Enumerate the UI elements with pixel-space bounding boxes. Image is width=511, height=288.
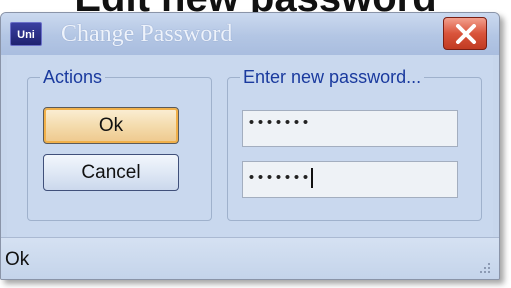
ok-button[interactable]: Ok	[43, 107, 179, 144]
confirm-password-field[interactable]: •••••••	[242, 161, 458, 198]
confirm-password-value: •••••••	[247, 170, 311, 187]
password-group: Enter new password... ••••••• •••••••	[227, 66, 482, 221]
status-text: Ok	[5, 249, 30, 270]
title-bar[interactable]: Uni Change Password	[1, 13, 499, 55]
close-button[interactable]	[443, 17, 487, 50]
window-title: Change Password	[61, 21, 233, 47]
new-password-field[interactable]: •••••••	[242, 110, 458, 147]
text-caret	[311, 168, 314, 188]
new-password-value: •••••••	[247, 115, 311, 132]
actions-group: Actions Ok Cancel	[27, 66, 212, 221]
change-password-dialog: Uni Change Password Actions Ok Cancel En…	[0, 12, 500, 280]
actions-group-legend: Actions	[40, 66, 106, 88]
close-x-icon	[456, 24, 476, 44]
status-bar: Ok	[1, 237, 499, 279]
app-icon: Uni	[10, 22, 42, 46]
cancel-button[interactable]: Cancel	[43, 154, 179, 191]
dialog-body: Actions Ok Cancel Enter new password... …	[7, 55, 493, 237]
password-group-legend: Enter new password...	[240, 66, 425, 88]
resize-grip-icon[interactable]	[477, 262, 491, 276]
